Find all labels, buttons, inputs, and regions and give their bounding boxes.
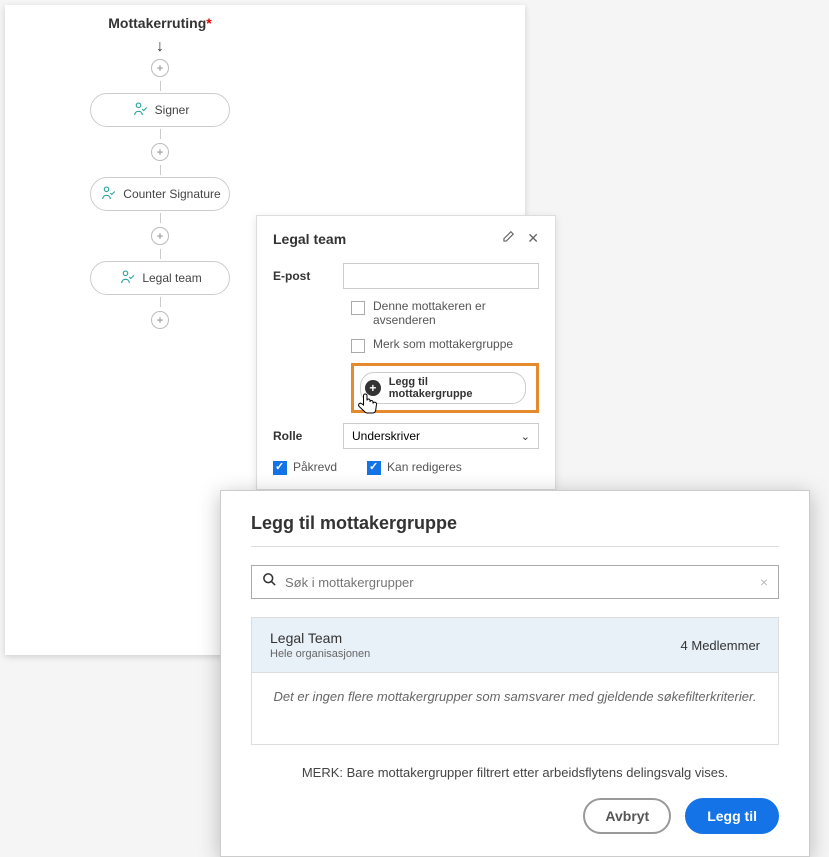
required-checkbox[interactable] <box>273 461 287 475</box>
email-label: E-post <box>273 269 343 283</box>
chevron-down-icon: ⌄ <box>521 430 530 443</box>
role-label: Rolle <box>273 429 343 443</box>
sender-checkbox-label: Denne mottakeren er avsenderen <box>373 299 539 327</box>
add-group-highlight: + Legg til mottakergruppe <box>351 363 539 413</box>
routing-title: Mottakerruting* <box>60 15 260 31</box>
add-button[interactable]: Legg til <box>685 798 779 834</box>
add-step-button[interactable]: + <box>151 311 169 329</box>
detail-title: Legal team <box>273 231 346 247</box>
sender-checkbox[interactable] <box>351 301 365 315</box>
group-members: 4 Medlemmer <box>681 638 760 653</box>
group-name: Legal Team <box>270 630 370 646</box>
routing-section: Mottakerruting* ↓ + Signer + Counter Sig… <box>60 15 260 333</box>
close-icon[interactable]: ✕ <box>527 230 539 247</box>
routing-step-counter[interactable]: Counter Signature <box>90 177 230 211</box>
role-select[interactable]: Underskriver ⌄ <box>343 423 539 449</box>
group-scope: Hele organisasjonen <box>270 648 370 660</box>
editable-label: Kan redigeres <box>387 460 462 474</box>
search-input[interactable] <box>285 575 760 590</box>
add-group-modal: Legg til mottakergruppe × Legal Team Hel… <box>220 490 810 857</box>
add-step-button[interactable]: + <box>151 59 169 77</box>
group-row[interactable]: Legal Team Hele organisasjonen 4 Medlemm… <box>252 618 778 673</box>
cancel-button[interactable]: Avbryt <box>583 798 671 834</box>
person-icon <box>118 268 136 289</box>
edit-icon[interactable] <box>501 230 515 247</box>
required-label: Påkrevd <box>293 460 337 474</box>
add-step-button[interactable]: + <box>151 143 169 161</box>
search-box[interactable]: × <box>251 565 779 599</box>
modal-title: Legg til mottakergruppe <box>251 513 779 534</box>
editable-checkbox[interactable] <box>367 461 381 475</box>
person-icon <box>99 184 117 205</box>
group-checkbox-label: Merk som mottakergruppe <box>373 337 513 351</box>
add-step-button[interactable]: + <box>151 227 169 245</box>
group-empty-message: Det er ingen flere mottakergrupper som s… <box>252 673 778 744</box>
arrow-down-icon: ↓ <box>156 39 164 55</box>
routing-step-signer[interactable]: Signer <box>90 93 230 127</box>
recipient-detail-panel: Legal team ✕ E-post Denne mottakeren er … <box>256 215 556 490</box>
routing-step-legal[interactable]: Legal team <box>90 261 230 295</box>
cursor-hand-icon <box>356 391 380 424</box>
group-list: Legal Team Hele organisasjonen 4 Medlemm… <box>251 617 779 745</box>
email-input[interactable] <box>343 263 539 289</box>
modal-note: MERK: Bare mottakergrupper filtrert ette… <box>251 765 779 780</box>
group-checkbox[interactable] <box>351 339 365 353</box>
clear-search-icon[interactable]: × <box>760 574 768 590</box>
search-icon <box>262 572 277 592</box>
person-icon <box>131 100 149 121</box>
add-recipient-group-button[interactable]: + Legg til mottakergruppe <box>360 372 526 404</box>
